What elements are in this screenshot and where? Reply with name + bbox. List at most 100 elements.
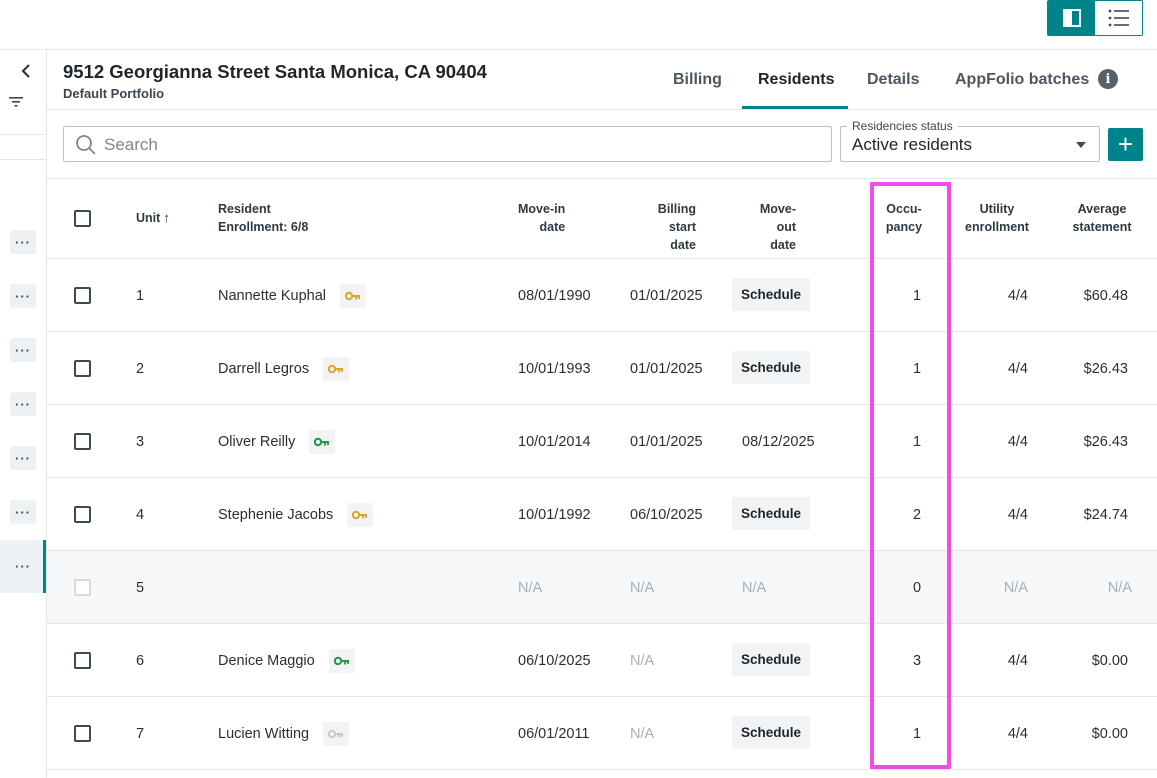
row-actions-button[interactable]: ···	[10, 392, 36, 416]
rail-divider	[0, 134, 46, 135]
table-row[interactable]: 5 N/A N/A N/A 0 N/A N/A	[47, 551, 1157, 624]
resident-cell[interactable]: Darrell Legros	[218, 332, 350, 405]
billing-start-cell: N/A	[630, 725, 655, 742]
residencies-status-select[interactable]: Residencies status Active residents	[840, 119, 1100, 162]
column-header-movein[interactable]: Move-in date	[518, 200, 565, 236]
key-badge[interactable]	[309, 429, 336, 454]
movein-cell: 10/01/2014	[518, 433, 591, 450]
resident-name: Denice Maggio	[218, 652, 315, 669]
residents-table: Unit ↑ Resident Enrollment: 6/8 Move-in da…	[47, 179, 1157, 770]
column-header-unit[interactable]: Unit ↑	[136, 209, 170, 227]
table-row[interactable]: 7 Lucien Witting 06/01/2011 N/A Schedule 1 4/4…	[47, 697, 1157, 770]
row-actions-button[interactable]: ···	[10, 500, 36, 524]
moveout-cell: N/A	[742, 579, 767, 596]
tab-residents[interactable]: Residents	[758, 71, 834, 89]
schedule-moveout-button[interactable]: Schedule	[732, 351, 811, 384]
table-row[interactable]: 6 Denice Maggio 06/10/2025 N/A Schedule 3 4/4 $…	[47, 624, 1157, 697]
schedule-moveout-button[interactable]: Schedule	[732, 497, 811, 530]
split-view-button[interactable]	[1048, 1, 1095, 35]
resident-cell[interactable]: Oliver Reilly	[218, 405, 336, 478]
movein-cell: 08/01/1990	[518, 287, 591, 304]
column-header-billing-start[interactable]: Billing start date	[630, 200, 696, 254]
utility-enrollment-cell: 4/4	[1007, 433, 1028, 450]
resident-name: Stephenie Jacobs	[218, 506, 334, 523]
occupancy-cell: 1	[912, 287, 922, 304]
average-statement-cell: $26.43	[1083, 360, 1128, 377]
row-checkbox[interactable]	[74, 624, 91, 697]
average-statement-cell: $0.00	[1091, 652, 1128, 669]
unit-cell: 5	[136, 579, 145, 596]
resident-header-label: Resident	[218, 202, 271, 216]
moveout-cell: Schedule	[732, 697, 811, 770]
rail-divider	[0, 159, 46, 160]
billing-start-cell: 06/10/2025	[630, 506, 703, 523]
key-badge[interactable]	[347, 502, 374, 527]
movein-cell: 06/10/2025	[518, 652, 591, 669]
column-header-utility[interactable]: Utility enrollment	[960, 200, 1034, 236]
row-checkbox[interactable]	[74, 697, 91, 770]
key-icon	[328, 729, 344, 738]
schedule-moveout-button[interactable]: Schedule	[732, 643, 811, 676]
row-checkbox[interactable]	[74, 478, 91, 551]
key-badge[interactable]	[328, 648, 355, 673]
view-toggle	[1047, 0, 1143, 36]
row-checkbox[interactable]	[74, 405, 91, 478]
schedule-moveout-button[interactable]: Schedule	[732, 278, 811, 311]
key-badge[interactable]	[323, 356, 350, 381]
billing-start-cell: N/A	[630, 579, 655, 596]
search-icon	[76, 135, 96, 155]
residencies-status-value: Active residents	[852, 135, 972, 154]
table-row[interactable]: 1 Nannette Kuphal 08/01/1990 01/01/2025 Sche…	[47, 259, 1157, 332]
movein-cell: 06/01/2011	[518, 725, 590, 742]
sort-ascending-icon: ↑	[163, 210, 170, 225]
resident-cell[interactable]: Lucien Witting	[218, 697, 350, 770]
resident-cell[interactable]: Nannette Kuphal	[218, 259, 367, 332]
select-all-checkbox[interactable]	[74, 210, 91, 227]
tab-details[interactable]: Details	[867, 71, 919, 89]
add-resident-button[interactable]: +	[1108, 128, 1143, 161]
movein-cell: 10/01/1993	[518, 360, 591, 377]
row-actions-button[interactable]: ···	[10, 230, 36, 254]
info-icon[interactable]: i	[1098, 69, 1118, 89]
schedule-moveout-button[interactable]: Schedule	[732, 716, 811, 749]
list-view-button[interactable]	[1095, 1, 1142, 35]
resident-name: Darrell Legros	[218, 360, 310, 377]
active-tab-indicator	[742, 106, 848, 109]
property-header: 9512 Georgianna Street Santa Monica, CA …	[47, 50, 1157, 110]
key-icon	[345, 291, 361, 300]
key-badge[interactable]	[340, 283, 367, 308]
column-header-average[interactable]: Average statement	[1067, 200, 1137, 236]
column-header-resident[interactable]: Resident Enrollment: 6/8	[218, 200, 308, 236]
unit-cell: 4	[136, 506, 145, 523]
row-actions-button[interactable]: ···	[10, 338, 36, 362]
utility-enrollment-cell: 4/4	[1007, 725, 1028, 742]
utility-enrollment-cell: 4/4	[1007, 360, 1028, 377]
table-row[interactable]: 3 Oliver Reilly 10/01/2014 01/01/2025 08/12/…	[47, 405, 1157, 478]
column-header-moveout[interactable]: Move-out date	[742, 200, 796, 254]
tab-appfolio-batches[interactable]: AppFolio batches	[955, 71, 1089, 89]
average-statement-cell: $0.00	[1091, 725, 1128, 742]
row-checkbox[interactable]	[74, 259, 91, 332]
column-header-occupancy[interactable]: Occu-pancy	[877, 200, 931, 236]
average-statement-cell: $60.48	[1083, 287, 1128, 304]
unit-cell: 3	[136, 433, 145, 450]
key-badge[interactable]	[323, 721, 350, 746]
row-checkbox[interactable]	[74, 332, 91, 405]
row-actions-button[interactable]: ···	[10, 446, 36, 470]
unit-cell: 7	[136, 725, 145, 742]
resident-cell[interactable]: Stephenie Jacobs	[218, 478, 374, 551]
row-checkbox	[74, 551, 91, 624]
row-actions-button[interactable]: ···	[10, 554, 36, 578]
table-row[interactable]: 4 Stephenie Jacobs 10/01/1992 06/10/2025 Sch…	[47, 478, 1157, 551]
search-input[interactable]	[104, 133, 804, 157]
average-statement-cell: N/A	[1107, 579, 1132, 596]
chevron-left-icon[interactable]	[17, 62, 35, 80]
utility-enrollment-cell: 4/4	[1007, 652, 1028, 669]
split-view-icon	[1062, 9, 1081, 27]
resident-cell[interactable]: Denice Maggio	[218, 624, 355, 697]
tab-billing[interactable]: Billing	[673, 71, 722, 89]
filter-icon[interactable]	[7, 95, 25, 109]
table-row[interactable]: 2 Darrell Legros 10/01/1993 01/01/2025 Sched…	[47, 332, 1157, 405]
resident-name: Lucien Witting	[218, 725, 310, 742]
row-actions-button[interactable]: ···	[10, 284, 36, 308]
